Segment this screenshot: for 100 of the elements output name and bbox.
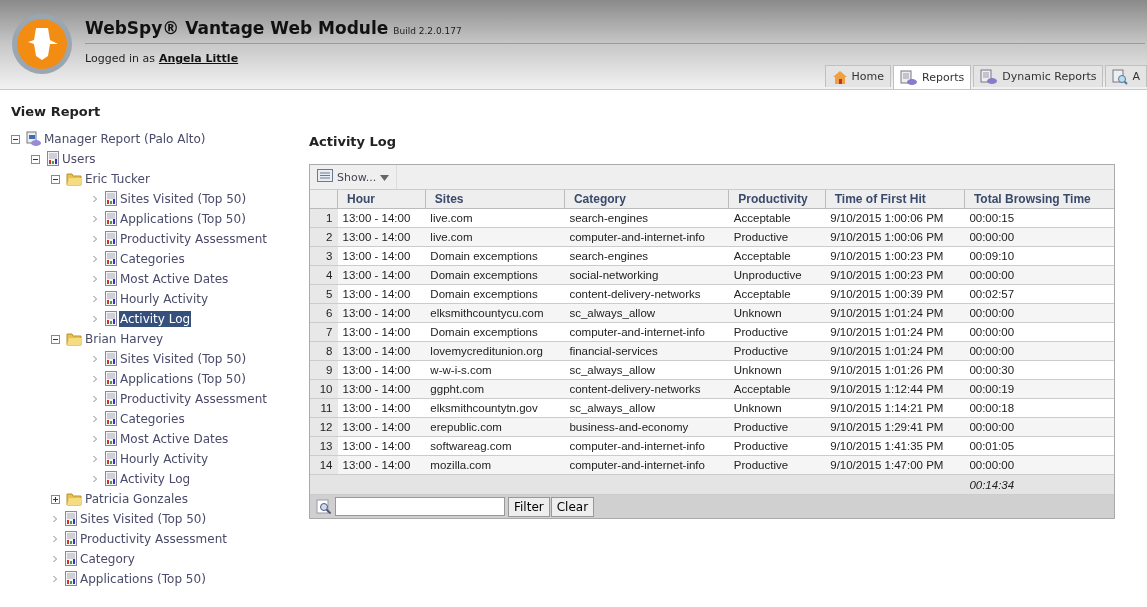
chevron-right-icon[interactable] bbox=[90, 315, 99, 323]
column-header[interactable]: Hour bbox=[337, 190, 426, 209]
tree-item[interactable]: Sites Visited (Top 50) bbox=[119, 351, 248, 367]
tree-item[interactable]: Productivity Assessment bbox=[119, 231, 268, 247]
tree-item[interactable]: Activity Log bbox=[119, 471, 192, 487]
table-cell: Unknown bbox=[728, 398, 826, 418]
chevron-right-icon[interactable] bbox=[50, 575, 59, 583]
report-icon bbox=[104, 431, 118, 447]
report-icon bbox=[64, 571, 78, 587]
table-cell: Acceptable bbox=[728, 246, 826, 266]
report-icon bbox=[104, 311, 118, 327]
column-header[interactable]: Productivity bbox=[728, 190, 826, 209]
tree-item[interactable]: Sites Visited (Top 50) bbox=[119, 191, 248, 207]
collapse-icon[interactable] bbox=[51, 334, 60, 344]
chevron-right-icon[interactable] bbox=[90, 475, 99, 483]
tree-item[interactable]: Patricia Gonzales bbox=[84, 491, 189, 507]
user-link[interactable]: Angela Little bbox=[158, 52, 239, 65]
table-cell: Acceptable bbox=[728, 208, 826, 228]
report-icon bbox=[104, 291, 118, 307]
chevron-right-icon[interactable] bbox=[90, 195, 99, 203]
column-header[interactable]: Category bbox=[564, 190, 729, 209]
total-cell: 00:14:34 bbox=[964, 474, 1114, 495]
table-cell: Domain excemptions bbox=[425, 246, 565, 266]
login-label: Logged in as bbox=[85, 52, 155, 65]
chevron-right-icon[interactable] bbox=[50, 555, 59, 563]
tree-item[interactable]: Most Active Dates bbox=[119, 431, 230, 447]
search-icon bbox=[316, 498, 332, 515]
report-icon bbox=[46, 151, 60, 167]
tab[interactable]: Home bbox=[824, 65, 892, 87]
tab[interactable]: A bbox=[1105, 65, 1147, 87]
chevron-right-icon[interactable] bbox=[90, 215, 99, 223]
table-cell: search-engines bbox=[564, 246, 729, 266]
report-icon bbox=[104, 391, 118, 407]
chevron-right-icon[interactable] bbox=[50, 535, 59, 543]
tree-item[interactable]: Hourly Activity bbox=[119, 451, 210, 467]
table-cell: 9/10/2015 1:00:06 PM bbox=[825, 208, 965, 228]
tree-item[interactable]: Productivity Assessment bbox=[119, 391, 268, 407]
tree-item[interactable]: Most Active Dates bbox=[119, 271, 230, 287]
tree-item[interactable]: Users bbox=[61, 151, 97, 167]
tree-item[interactable]: Sites Visited (Top 50) bbox=[79, 511, 208, 527]
chevron-right-icon[interactable] bbox=[90, 435, 99, 443]
tab[interactable]: Reports bbox=[893, 65, 972, 89]
report-icon bbox=[26, 131, 42, 147]
tree-item[interactable]: Eric Tucker bbox=[84, 171, 151, 187]
list-icon bbox=[317, 169, 333, 185]
chevron-right-icon[interactable] bbox=[90, 395, 99, 403]
tree-item[interactable]: Applications (Top 50) bbox=[119, 211, 247, 227]
folder-icon bbox=[66, 332, 83, 346]
report-icon bbox=[104, 411, 118, 427]
table-cell: 00:00:00 bbox=[964, 322, 1114, 342]
tree-item[interactable]: Activity Log bbox=[119, 311, 192, 327]
table-cell: 13:00 - 14:00 bbox=[337, 208, 426, 228]
tab[interactable]: Dynamic Reports bbox=[973, 65, 1104, 87]
report-icon bbox=[104, 451, 118, 467]
tree-item[interactable]: Manager Report (Palo Alto) bbox=[43, 131, 207, 147]
tree-item[interactable]: Hourly Activity bbox=[119, 291, 210, 307]
tree-item[interactable]: Productivity Assessment bbox=[79, 531, 228, 547]
chevron-right-icon[interactable] bbox=[90, 235, 99, 243]
filter-field[interactable] bbox=[335, 497, 505, 516]
chevron-right-icon[interactable] bbox=[50, 515, 59, 523]
tree-item[interactable]: Categories bbox=[119, 251, 186, 267]
collapse-icon[interactable] bbox=[51, 174, 60, 184]
report-icon bbox=[64, 551, 78, 567]
table-cell: 13:00 - 14:00 bbox=[337, 360, 426, 380]
table-cell: 9/10/2015 1:14:21 PM bbox=[825, 398, 965, 418]
collapse-icon[interactable] bbox=[31, 154, 40, 164]
tree-item[interactable]: Brian Harvey bbox=[84, 331, 165, 347]
table-cell: Domain excemptions bbox=[425, 322, 565, 342]
table-cell: search-engines bbox=[564, 208, 729, 228]
chevron-right-icon[interactable] bbox=[90, 355, 99, 363]
chevron-right-icon[interactable] bbox=[90, 455, 99, 463]
report-icon bbox=[64, 511, 78, 527]
chevron-right-icon[interactable] bbox=[90, 415, 99, 423]
table-cell: elksmithcountytn.gov bbox=[425, 398, 565, 418]
chevron-right-icon[interactable] bbox=[90, 295, 99, 303]
build-number: Build 2.2.0.177 bbox=[393, 26, 462, 36]
chevron-right-icon[interactable] bbox=[90, 375, 99, 383]
report-icon bbox=[980, 68, 999, 85]
column-header[interactable]: Total Browsing Time bbox=[964, 190, 1114, 209]
table-cell: softwareag.com bbox=[425, 436, 565, 456]
collapse-icon[interactable] bbox=[11, 134, 20, 144]
chevron-right-icon[interactable] bbox=[90, 255, 99, 263]
table-cell: 00:00:18 bbox=[964, 398, 1114, 418]
table-cell: computer-and-internet-info bbox=[564, 322, 729, 342]
report-icon bbox=[104, 271, 118, 287]
tree-item[interactable]: Category bbox=[79, 551, 136, 567]
table-cell: Domain excemptions bbox=[425, 284, 565, 304]
tree-item[interactable]: Applications (Top 50) bbox=[119, 371, 247, 387]
chevron-right-icon[interactable] bbox=[90, 275, 99, 283]
table-cell: sc_always_allow bbox=[564, 360, 729, 380]
report-title: Activity Log bbox=[309, 134, 398, 149]
filter-bar-button[interactable]: Filter bbox=[508, 496, 550, 517]
column-header[interactable]: Time of First Hit bbox=[825, 190, 965, 209]
expand-icon[interactable] bbox=[51, 494, 60, 504]
magnifier-icon bbox=[1112, 68, 1129, 85]
table-cell: 00:00:30 bbox=[964, 360, 1114, 380]
tree-item[interactable]: Applications (Top 50) bbox=[79, 571, 207, 587]
tree-item[interactable]: Categories bbox=[119, 411, 186, 427]
column-header[interactable]: Sites bbox=[425, 190, 565, 209]
filter-bar-button[interactable]: Clear bbox=[550, 496, 595, 517]
